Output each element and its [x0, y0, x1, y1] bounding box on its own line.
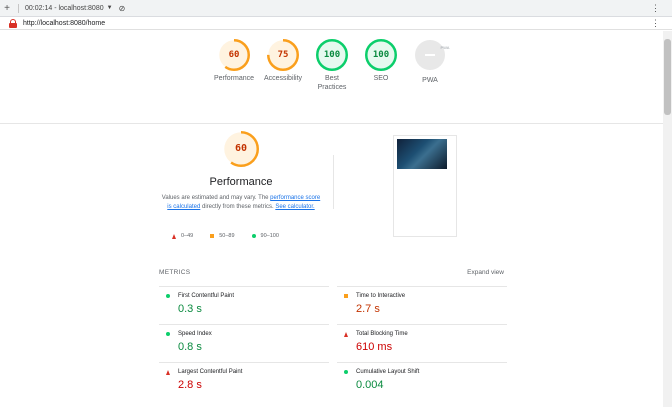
gauge-score: 60 [234, 143, 248, 154]
scrollbar[interactable] [663, 31, 672, 407]
gauge-label: Accessibility [263, 75, 303, 82]
metric-item: Time to Interactive 2.7 s [337, 286, 507, 325]
metric-status-icon [166, 370, 170, 375]
metric-status-icon [344, 332, 348, 337]
divider [333, 155, 334, 209]
gauge-score: 60 [228, 50, 240, 60]
pass-circle-icon [251, 234, 256, 238]
metric-item: Largest Contentful Paint 2.8 s [159, 362, 329, 401]
metric-label: Time to Interactive [356, 293, 406, 299]
divider [18, 3, 19, 13]
gauge-ring: 60 [218, 39, 250, 71]
metric-label: Cumulative Layout Shift [356, 369, 420, 375]
metric-value: 2.7 s [356, 303, 380, 315]
metric-status-icon [166, 294, 170, 298]
fail-triangle-icon [172, 233, 176, 239]
metric-label: Speed Index [178, 331, 212, 337]
tab-strip: + 00:02:14 - localhost:8080 ▼ ⊘ [0, 0, 672, 17]
metric-status-icon [344, 370, 348, 374]
performance-title: Performance [209, 176, 273, 188]
legend-average-range: 50–89 [219, 233, 235, 239]
metric-item: Speed Index 0.8 s [159, 324, 329, 363]
metric-value: 610 ms [356, 341, 393, 353]
score-legend: 0–49 50–89 90–100 [172, 233, 322, 239]
legend-pass-range: 90–100 [260, 233, 279, 239]
desc-text: directly from these metrics. [200, 204, 276, 210]
metric-label: First Contentful Paint [178, 293, 235, 299]
legend-fail-range: 0–49 [181, 233, 194, 239]
gauge-ring: 75 [267, 39, 299, 71]
url-text[interactable]: http://localhost:8080/home [23, 20, 105, 27]
gauge-ring: 100 [316, 39, 348, 71]
gauge-best-practices[interactable]: 100 Best Practices [305, 39, 359, 92]
gauge-ring: 60 [223, 131, 259, 167]
expand-view-button[interactable]: Expand view [467, 269, 504, 276]
metrics-header: METRICS Expand view [159, 269, 504, 276]
pass-circle-icon [166, 294, 170, 298]
metric-status-icon [166, 332, 170, 336]
metric-value: 0.004 [356, 379, 384, 391]
gauge-pwa[interactable]: PWA PWA [403, 39, 457, 85]
metric-label: Largest Contentful Paint [178, 369, 243, 375]
pass-circle-icon [344, 370, 348, 374]
metric-label: Total Blocking Time [356, 331, 408, 337]
gauge-score: 75 [277, 50, 289, 60]
fail-triangle-icon [344, 332, 348, 337]
pwa-badge-label: PWA [440, 45, 450, 50]
calculator-link[interactable]: See calculator. [275, 204, 314, 210]
performance-description: Values are estimated and may vary. The p… [160, 194, 322, 212]
metric-item: First Contentful Paint 0.3 s [159, 286, 329, 325]
plus-icon[interactable]: + [0, 3, 14, 14]
tab-title[interactable]: 00:02:14 - localhost:8080 [25, 5, 104, 12]
metric-item: Cumulative Layout Shift 0.004 [337, 362, 507, 401]
lock-icon[interactable] [9, 19, 17, 28]
pwa-badge: PWA [415, 40, 449, 70]
gauge-performance[interactable]: 60 Performance [207, 39, 261, 83]
pass-circle-icon [166, 332, 170, 336]
gauge-ring: 100 [365, 39, 397, 71]
gauge-label: Best Practices [317, 75, 347, 91]
legend-pass: 90–100 [251, 233, 279, 239]
legend-average: 50–89 [210, 233, 235, 239]
fail-triangle-icon [166, 370, 170, 375]
gauge-label: SEO [373, 75, 389, 82]
metric-value: 2.8 s [178, 379, 202, 391]
gauge-score: 100 [323, 50, 341, 60]
desc-text: Values are estimated and may vary. The [161, 195, 271, 201]
stop-icon[interactable]: ⊘ [119, 4, 126, 13]
score-summary: 60 Performance 75 Accessibility 100 Best Pr… [0, 31, 663, 124]
kebab-menu-icon[interactable]: ⋮ [651, 17, 660, 29]
gauge-score: 100 [372, 50, 390, 60]
pwa-dash-icon [425, 54, 435, 56]
kebab-menu-icon[interactable]: ⋮ [651, 1, 660, 15]
metric-value: 0.8 s [178, 341, 202, 353]
gauge-label: PWA [422, 77, 438, 84]
scrollbar-thumb[interactable] [664, 39, 671, 115]
average-square-icon [210, 234, 215, 238]
metrics-title: METRICS [159, 269, 191, 276]
metric-status-icon [344, 294, 348, 298]
gauge-accessibility[interactable]: 75 Accessibility [256, 39, 310, 83]
legend-fail: 0–49 [172, 233, 193, 239]
gauge-seo[interactable]: 100 SEO [354, 39, 408, 83]
address-bar[interactable]: http://localhost:8080/home [0, 17, 672, 30]
final-screenshot[interactable] [393, 135, 457, 237]
metric-value: 0.3 s [178, 303, 202, 315]
chevron-down-icon[interactable]: ▼ [107, 5, 113, 11]
average-square-icon [344, 294, 348, 298]
performance-gauge: 60 [223, 131, 259, 167]
metric-item: Total Blocking Time 610 ms [337, 324, 507, 363]
screenshot-thumbnail [397, 139, 447, 169]
gauge-label: Performance [213, 75, 255, 82]
